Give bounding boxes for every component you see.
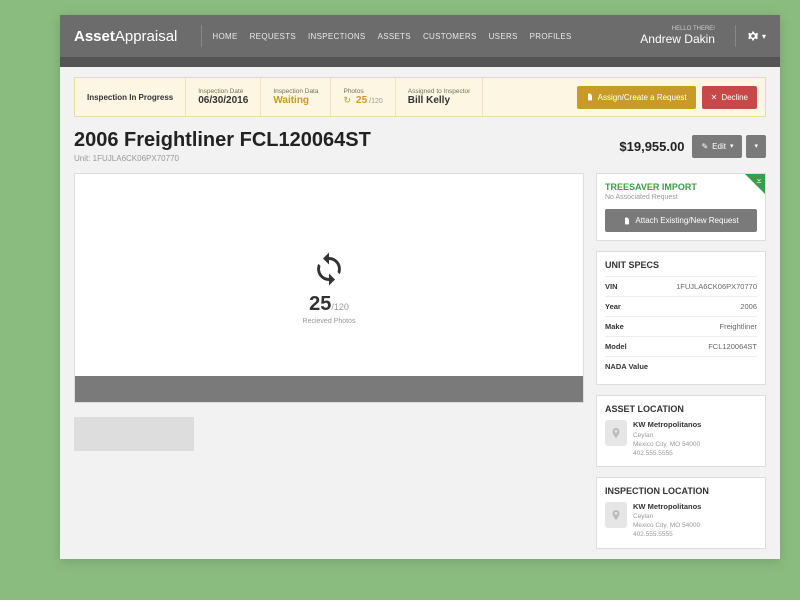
- more-button[interactable]: ▾: [746, 135, 766, 158]
- map-pin-icon: [605, 502, 627, 528]
- refresh-icon: ↻: [343, 95, 351, 106]
- brand-logo[interactable]: AssetAppraisal: [74, 28, 177, 45]
- chevron-down-icon[interactable]: ▾: [762, 32, 766, 41]
- nav-profiles[interactable]: PROFILES: [530, 32, 572, 41]
- brand-appraisal: Appraisal: [115, 28, 178, 45]
- right-column: TREESAVER IMPORT No Associated Request A…: [596, 173, 766, 549]
- close-icon: ✕: [711, 93, 718, 102]
- divider: [201, 25, 202, 47]
- unit-label: Unit: 1FUJLA6CK06PX70770: [74, 154, 371, 163]
- unit-specs-card: UNIT SPECS VIN1FUJLA6CK06PX70770 Year200…: [596, 251, 766, 385]
- sync-icon: [311, 251, 347, 287]
- photo-bottom-bar: [75, 376, 583, 402]
- asset-location-info: KW Metropolitanos Ceylan Mexico City, MO…: [633, 420, 701, 458]
- main-columns: 25 /120 Recieved Photos TREESAVER IMPORT…: [74, 173, 766, 549]
- inspection-location-card: INSPECTION LOCATION KW Metropolitanos Ce…: [596, 477, 766, 549]
- treesaver-card: TREESAVER IMPORT No Associated Request A…: [596, 173, 766, 241]
- document-icon: [586, 93, 594, 101]
- photo-panel: 25 /120 Recieved Photos: [74, 173, 584, 403]
- status-date: Inspection Date 06/30/2016: [186, 78, 261, 116]
- main-nav: HOME REQUESTS INSPECTIONS ASSETS CUSTOME…: [212, 32, 571, 41]
- treesaver-title: TREESAVER IMPORT: [605, 182, 757, 192]
- treesaver-sub: No Associated Request: [605, 194, 757, 201]
- topbar: AssetAppraisal HOME REQUESTS INSPECTIONS…: [60, 15, 780, 57]
- specs-title: UNIT SPECS: [605, 260, 757, 270]
- user-block[interactable]: HELLO THERE! Andrew Dakin: [640, 26, 715, 46]
- app-window: AssetAppraisal HOME REQUESTS INSPECTIONS…: [60, 15, 780, 559]
- nav-requests[interactable]: REQUESTS: [250, 32, 296, 41]
- status-actions: Assign/Create a Request ✕ Decline: [569, 78, 765, 116]
- gear-icon[interactable]: [746, 29, 760, 43]
- download-icon: [755, 176, 763, 184]
- left-column: 25 /120 Recieved Photos: [74, 173, 584, 451]
- document-icon: [623, 217, 631, 225]
- user-name: Andrew Dakin: [640, 32, 715, 46]
- status-photos: Photos ↻ 25 /120: [331, 78, 395, 116]
- divider: [735, 25, 736, 47]
- title-block: 2006 Freightliner FCL120064ST Unit: 1FUJ…: [74, 129, 371, 163]
- nav-assets[interactable]: ASSETS: [378, 32, 411, 41]
- map-pin-icon: [605, 420, 627, 446]
- page-title: 2006 Freightliner FCL120064ST: [74, 129, 371, 152]
- spec-row-year: Year2006: [605, 296, 757, 316]
- inspection-location-title: INSPECTION LOCATION: [605, 486, 757, 496]
- title-bar: 2006 Freightliner FCL120064ST Unit: 1FUJ…: [74, 117, 766, 173]
- edit-button[interactable]: ✎ Edit ▾: [692, 135, 742, 158]
- asset-location-title: ASSET LOCATION: [605, 404, 757, 414]
- received-label: Recieved Photos: [303, 318, 356, 325]
- nav-home[interactable]: HOME: [212, 32, 237, 41]
- subbar: [60, 57, 780, 67]
- status-row: Inspection In Progress Inspection Date 0…: [74, 77, 766, 117]
- spec-row-model: ModelFCL120064ST: [605, 336, 757, 356]
- chevron-down-icon: ▾: [754, 142, 758, 150]
- pencil-icon: ✎: [701, 142, 708, 151]
- nav-inspections[interactable]: INSPECTIONS: [308, 32, 366, 41]
- nav-customers[interactable]: CUSTOMERS: [423, 32, 477, 41]
- status-progress: Inspection In Progress: [75, 78, 186, 116]
- status-assigned: Assigned to Inspector Bill Kelly: [396, 78, 484, 116]
- inspection-location-info: KW Metropolitanos Ceylan Mexico City, MO…: [633, 502, 701, 540]
- spec-row-vin: VIN1FUJLA6CK06PX70770: [605, 276, 757, 296]
- spec-row-nada: NADA Value: [605, 356, 757, 376]
- asset-location-card: ASSET LOCATION KW Metropolitanos Ceylan …: [596, 395, 766, 467]
- attach-request-button[interactable]: Attach Existing/New Request: [605, 209, 757, 232]
- chevron-down-icon: ▾: [730, 142, 734, 150]
- brand-asset: Asset: [74, 28, 115, 45]
- photo-count: 25 /120: [309, 293, 349, 316]
- edit-group: ✎ Edit ▾ ▾: [692, 135, 766, 158]
- price: $19,955.00: [619, 139, 684, 154]
- nav-users[interactable]: USERS: [489, 32, 518, 41]
- spec-row-make: MakeFreightliner: [605, 316, 757, 336]
- content-area: Inspection In Progress Inspection Date 0…: [60, 67, 780, 559]
- assign-request-button[interactable]: Assign/Create a Request: [577, 86, 696, 109]
- placeholder-block: [74, 417, 194, 451]
- status-data: Inspection Data Waiting: [261, 78, 331, 116]
- decline-button[interactable]: ✕ Decline: [702, 86, 757, 109]
